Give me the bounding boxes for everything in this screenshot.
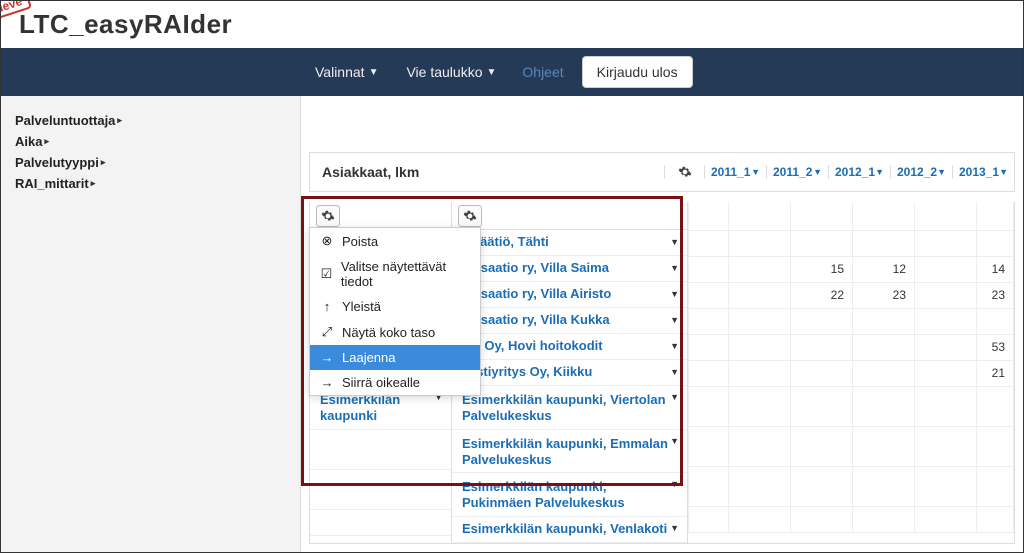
row-unit[interactable]: Esimerkkilän kaupunki, Viertolan Palvelu… xyxy=(452,386,687,430)
row-label: anisaatio ry, Villa Airisto xyxy=(462,286,611,302)
remove-icon: ⊗ xyxy=(320,233,334,249)
row-unit[interactable]: anisaatio ry, Villa Airisto ▼ xyxy=(452,282,687,308)
gear-icon xyxy=(463,209,477,223)
caret-right-icon: ▸ xyxy=(91,178,96,189)
row-group-label: Esimerkkilän kaupunki xyxy=(320,392,434,425)
context-move-right[interactable]: → Siirrä oikealle xyxy=(310,370,480,395)
context-label: Siirrä oikealle xyxy=(342,375,420,390)
year-label: 2011_2 xyxy=(773,165,812,179)
row-gear-button-2[interactable] xyxy=(458,205,482,227)
row-label: tys Oy, Hovi hoitokodit xyxy=(462,338,603,354)
arrow-right-icon: → xyxy=(320,350,334,365)
app-title: LTC_easyRAIder xyxy=(19,9,1005,40)
row-unit[interactable]: anisaatio ry, Villa Saima ▼ xyxy=(452,256,687,282)
caret-down-icon: ▼ xyxy=(670,392,679,403)
nav-export[interactable]: Vie taulukko ▼ xyxy=(392,64,510,80)
expand-all-icon: ⤢ xyxy=(320,324,334,340)
row-label: Esimerkkilän kaupunki, Venlakoti xyxy=(462,521,667,537)
arrow-up-icon: ↑ xyxy=(320,299,334,314)
row-unit[interactable]: Esimerkkilän kaupunki, Emmalan Palveluke… xyxy=(452,430,687,474)
caret-down-icon: ▼ xyxy=(937,167,946,177)
sidebar-item-provider[interactable]: Palveluntuottaja ▸ xyxy=(15,110,286,131)
row-gear-button-1[interactable] xyxy=(316,205,340,227)
column-gear-button[interactable] xyxy=(664,165,704,179)
caret-down-icon: ▼ xyxy=(875,167,884,177)
checklist-icon: ☑ xyxy=(320,266,333,282)
context-show-all[interactable]: ⤢ Näytä koko taso xyxy=(310,319,480,345)
context-label: Valitse näytettävät tiedot xyxy=(341,259,470,289)
caret-down-icon: ▼ xyxy=(369,67,379,78)
year-column-2012-1[interactable]: 2012_1▼ xyxy=(828,165,890,179)
row-label: Esimerkkilän kaupunki, Viertolan Palvelu… xyxy=(462,392,670,425)
sidebar-item-rai[interactable]: RAI_mittarit ▸ xyxy=(15,173,286,194)
context-menu: ⊗ Poista ☑ Valitse näytettävät tiedot ↑ … xyxy=(309,227,481,396)
year-column-2011-2[interactable]: 2011_2▼ xyxy=(766,165,828,179)
sidebar-item-servicetype[interactable]: Palvelutyyppi ▸ xyxy=(15,152,286,173)
context-select-visible[interactable]: ☑ Valitse näytettävät tiedot xyxy=(310,254,480,294)
sidebar-item-label: Palvelutyyppi xyxy=(15,155,99,170)
context-label: Laajenna xyxy=(342,350,396,365)
gear-icon xyxy=(321,209,335,223)
nav-export-label: Vie taulukko xyxy=(406,64,482,80)
gear-icon xyxy=(678,165,692,179)
arrow-right-icon: → xyxy=(320,375,334,390)
row-unit[interactable]: Testiyritys Oy, Kiikku ▼ xyxy=(452,360,687,386)
context-label: Yleistä xyxy=(342,299,381,314)
nav-options-label: Valinnat xyxy=(315,64,365,80)
year-label: 2012_2 xyxy=(897,165,937,179)
caret-right-icon: ▸ xyxy=(101,157,106,168)
year-label: 2011_1 xyxy=(711,165,750,179)
sidebar-item-label: Aika xyxy=(15,134,42,149)
row-label: Esimerkkilän kaupunki, Emmalan Palveluke… xyxy=(462,436,670,469)
data-table: 151214 222323 53 21 xyxy=(688,202,1014,533)
caret-down-icon: ▼ xyxy=(670,263,679,274)
caret-right-icon: ▸ xyxy=(44,136,49,147)
row-unit[interactable]: Esimerkkilän kaupunki, Pukinmäen Palvelu… xyxy=(452,473,687,517)
caret-down-icon: ▼ xyxy=(670,237,679,248)
logout-button[interactable]: Kirjaudu ulos xyxy=(582,56,693,88)
caret-down-icon: ▼ xyxy=(670,315,679,326)
caret-right-icon: ▸ xyxy=(117,115,122,126)
caret-down-icon: ▼ xyxy=(670,367,679,378)
row-unit[interactable]: anisaatio ry, Villa Kukka ▼ xyxy=(452,308,687,334)
caret-down-icon: ▼ xyxy=(813,167,822,177)
context-generalize[interactable]: ↑ Yleistä xyxy=(310,294,480,319)
row-label: anisaatio ry, Villa Kukka xyxy=(462,312,610,328)
sidebar-item-label: RAI_mittarit xyxy=(15,176,89,191)
year-column-2013-1[interactable]: 2013_1▼ xyxy=(952,165,1014,179)
caret-down-icon: ▼ xyxy=(670,289,679,300)
nav-options[interactable]: Valinnat ▼ xyxy=(301,64,392,80)
caret-down-icon: ▼ xyxy=(999,167,1008,177)
row-unit[interactable]: Esimerkkilän kaupunki, Venlakoti▼ xyxy=(452,517,687,543)
nav-help[interactable]: Ohjeet xyxy=(510,64,575,80)
row-label: Testiyritys Oy, Kiikku xyxy=(462,364,592,380)
context-expand[interactable]: → Laajenna xyxy=(310,345,480,370)
context-remove[interactable]: ⊗ Poista xyxy=(310,228,480,254)
sidebar-item-label: Palveluntuottaja xyxy=(15,113,115,128)
measure-title: Asiakkaat, lkm xyxy=(310,164,419,180)
row-unit[interactable]: kisäätiö, Tähti▼ xyxy=(452,230,687,256)
year-label: 2012_1 xyxy=(835,165,875,179)
context-label: Näytä koko taso xyxy=(342,325,435,340)
caret-down-icon: ▼ xyxy=(670,479,679,490)
caret-down-icon: ▼ xyxy=(670,436,679,447)
row-unit[interactable]: tys Oy, Hovi hoitokodit ▼ xyxy=(452,334,687,360)
row-label: Esimerkkilän kaupunki, Pukinmäen Palvelu… xyxy=(462,479,670,512)
year-column-2012-2[interactable]: 2012_2▼ xyxy=(890,165,952,179)
caret-down-icon: ▼ xyxy=(486,67,496,78)
sidebar-item-time[interactable]: Aika ▸ xyxy=(15,131,286,152)
context-label: Poista xyxy=(342,234,378,249)
caret-down-icon: ▼ xyxy=(751,167,760,177)
year-label: 2013_1 xyxy=(959,165,999,179)
caret-down-icon: ▼ xyxy=(670,341,679,352)
row-label: anisaatio ry, Villa Saima xyxy=(462,260,609,276)
year-column-2011-1[interactable]: 2011_1▼ xyxy=(704,165,766,179)
caret-down-icon: ▼ xyxy=(670,523,679,534)
